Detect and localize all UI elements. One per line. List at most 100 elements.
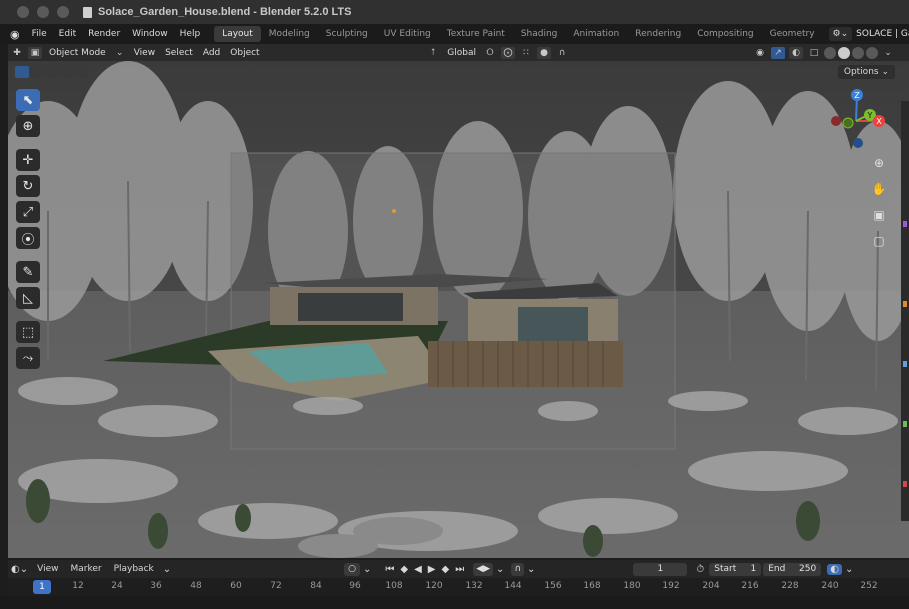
frame-ruler[interactable]: 1 12 24 36 48 60 72 84 96 108 120 132 14… xyxy=(8,578,909,596)
stopwatch-icon[interactable]: ⏱ xyxy=(693,564,707,575)
timeline-editor-icon[interactable]: ◐⌄ xyxy=(8,564,31,575)
menu-select[interactable]: Select xyxy=(160,48,198,58)
menu-help[interactable]: Help xyxy=(174,29,207,39)
select-box-tool-icon[interactable]: ⬉ xyxy=(16,89,40,111)
gizmo-toggle-icon[interactable]: ↗ xyxy=(771,46,785,59)
next-keyframe-icon[interactable]: ◆ xyxy=(439,564,453,575)
camera-view-icon[interactable]: ▣ xyxy=(868,205,890,225)
keyframe-chevron-icon[interactable]: ⌄ xyxy=(493,564,507,575)
keying-chevron-icon[interactable]: ⌄ xyxy=(360,564,374,575)
wireframe-shading-button[interactable] xyxy=(824,46,836,59)
menu-render[interactable]: Render xyxy=(82,29,126,39)
pivot-icon[interactable]: ⭘ xyxy=(483,47,497,59)
3d-viewport[interactable]: Options ⌄ ⬉ ⊕ ✛ ↻ ⤢ ⦿ ✎ ◺ ⬚ ⤳ Z Y X ⊕ ✋ … xyxy=(8,61,909,558)
current-frame-field[interactable]: 1 xyxy=(633,562,688,576)
zoom-icon[interactable]: ⊕ xyxy=(868,153,890,173)
close-window-button[interactable] xyxy=(17,6,29,18)
timeline-menu-view[interactable]: View xyxy=(31,564,64,574)
rotate-tool-icon[interactable]: ↻ xyxy=(16,175,40,197)
pan-hand-icon[interactable]: ✋ xyxy=(868,179,890,199)
end-label: End xyxy=(768,564,786,574)
house-windows-main xyxy=(298,293,403,321)
scene-selector-icon[interactable]: ⚙⌄ xyxy=(828,27,853,41)
navigation-gizmo[interactable]: Z Y X xyxy=(824,85,888,153)
zoom-window-button[interactable] xyxy=(57,6,69,18)
select-new-icon[interactable] xyxy=(15,66,29,78)
sync-chevron-icon[interactable]: ⌄ xyxy=(842,564,856,575)
minimize-window-button[interactable] xyxy=(37,6,49,18)
snap-icon[interactable]: ⨀ xyxy=(501,46,515,59)
menu-window[interactable]: Window xyxy=(126,29,174,39)
jump-start-icon[interactable]: ⏮ xyxy=(382,564,397,575)
overlays-icon[interactable]: ◐ xyxy=(789,46,803,59)
snap-chevron-icon[interactable]: ⌄ xyxy=(524,564,538,575)
select-mode-group xyxy=(15,66,89,78)
start-frame-field[interactable]: Start 1 xyxy=(709,562,762,576)
menu-object[interactable]: Object xyxy=(225,48,264,58)
select-extend-icon[interactable] xyxy=(30,66,44,78)
proportional-edit-icon[interactable]: ● xyxy=(537,46,551,59)
object-mode-dropdown[interactable]: Object Mode xyxy=(44,48,111,58)
snap-increment-icon[interactable]: ∷ xyxy=(519,47,533,59)
material-shading-button[interactable] xyxy=(852,46,864,59)
frame-tick: 24 xyxy=(111,581,123,591)
tab-sculpting[interactable]: Sculpting xyxy=(318,26,376,42)
frame-tick: 216 xyxy=(741,581,759,591)
cursor-tool-icon[interactable]: ⊕ xyxy=(16,115,40,137)
tab-modeling[interactable]: Modeling xyxy=(261,26,318,42)
tab-rendering[interactable]: Rendering xyxy=(627,26,689,42)
frame-tick: 108 xyxy=(385,581,403,591)
top-menu-bar: ◉ File Edit Render Window Help Layout Mo… xyxy=(0,24,909,44)
snap-magnet-icon[interactable]: ∩ xyxy=(511,562,525,576)
transform-gizmo-tool-icon[interactable]: ⤳ xyxy=(16,347,40,369)
autokey-record-icon[interactable]: ○ xyxy=(344,562,360,576)
tab-layout[interactable]: Layout xyxy=(214,26,261,42)
menu-file[interactable]: File xyxy=(26,29,53,39)
frame-tick: 36 xyxy=(150,581,162,591)
sidebar-tab-strip xyxy=(901,101,909,521)
tab-texture-paint[interactable]: Texture Paint xyxy=(439,26,513,42)
keyframe-nav-icon[interactable]: ◀▶ xyxy=(473,562,494,576)
play-icon[interactable]: ▶ xyxy=(425,564,439,575)
options-dropdown[interactable]: Options ⌄ xyxy=(837,65,895,79)
transform-tool-icon[interactable]: ⦿ xyxy=(16,227,40,249)
tab-animation[interactable]: Animation xyxy=(565,26,627,42)
play-reverse-icon[interactable]: ◀ xyxy=(411,564,425,575)
orientation-dropdown[interactable]: Global xyxy=(442,48,481,58)
jump-end-icon[interactable]: ⏭ xyxy=(452,564,467,575)
rendered-shading-button[interactable] xyxy=(866,46,878,59)
visibility-icon[interactable]: ◉ xyxy=(753,47,767,59)
lock-icon[interactable]: ▢ xyxy=(868,231,890,251)
blender-logo-icon[interactable]: ◉ xyxy=(10,27,20,41)
scene-name[interactable]: SOLACE | Garden House — Architectural St… xyxy=(856,29,909,39)
add-cube-tool-icon[interactable]: ⬚ xyxy=(16,321,40,343)
select-subtract-icon[interactable] xyxy=(45,66,59,78)
prev-keyframe-icon[interactable]: ◆ xyxy=(397,564,411,575)
neg-y-handle xyxy=(842,117,854,129)
select-invert-icon[interactable] xyxy=(60,66,74,78)
select-intersect-icon[interactable] xyxy=(75,66,89,78)
move-tool-icon[interactable]: ✛ xyxy=(16,149,40,171)
current-frame-indicator[interactable]: 1 xyxy=(33,580,51,594)
tool-shelf: ⬉ ⊕ ✛ ↻ ⤢ ⦿ ✎ ◺ ⬚ ⤳ xyxy=(16,89,42,369)
scale-tool-icon[interactable]: ⤢ xyxy=(16,201,40,223)
menu-edit[interactable]: Edit xyxy=(53,29,82,39)
tab-shading[interactable]: Shading xyxy=(513,26,566,42)
timeline-menu-playback[interactable]: Playback xyxy=(108,564,160,574)
xray-icon[interactable]: □ xyxy=(807,47,821,59)
measure-tool-icon[interactable]: ◺ xyxy=(16,287,40,309)
falloff-icon[interactable]: ∩ xyxy=(555,47,569,59)
shading-options-icon[interactable]: ⌄ xyxy=(881,47,895,59)
sync-icon[interactable]: ◐ xyxy=(827,563,842,575)
editor-type-icon[interactable]: ✚ xyxy=(10,47,24,59)
tab-compositing[interactable]: Compositing xyxy=(689,26,761,42)
timeline-menu-marker[interactable]: Marker xyxy=(64,564,107,574)
menu-view[interactable]: View xyxy=(129,48,160,58)
tab-geometry[interactable]: Geometry xyxy=(762,26,823,42)
tab-uv-editing[interactable]: UV Editing xyxy=(376,26,439,42)
frame-tick: 168 xyxy=(583,581,601,591)
end-frame-field[interactable]: End 250 xyxy=(763,562,822,576)
annotate-tool-icon[interactable]: ✎ xyxy=(16,261,40,283)
menu-add[interactable]: Add xyxy=(198,48,225,58)
solid-shading-button[interactable] xyxy=(838,46,850,59)
